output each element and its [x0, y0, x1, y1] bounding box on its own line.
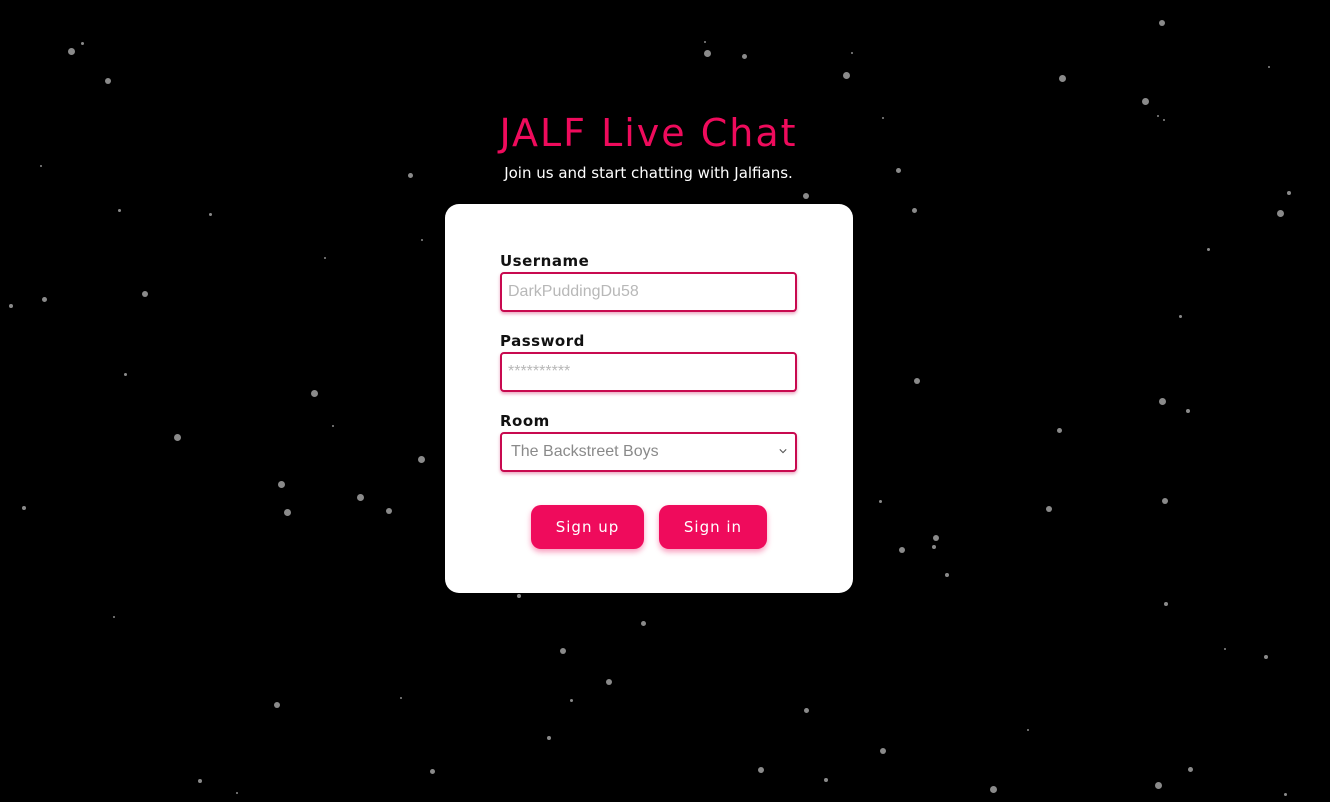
- star-decoration: [80, 41, 84, 45]
- star-decoration: [914, 378, 920, 384]
- room-select[interactable]: The Backstreet Boys: [500, 432, 797, 472]
- star-decoration: [1178, 314, 1182, 318]
- star-decoration: [274, 702, 280, 708]
- star-decoration: [1154, 781, 1162, 789]
- star-decoration: [703, 49, 711, 57]
- star-decoration: [803, 707, 809, 713]
- star-decoration: [803, 193, 809, 199]
- star-decoration: [899, 547, 905, 553]
- star-decoration: [1158, 397, 1166, 405]
- star-decoration: [1056, 427, 1062, 433]
- password-input[interactable]: [500, 352, 797, 392]
- star-decoration: [1287, 191, 1291, 195]
- star-decoration: [421, 239, 423, 241]
- star-decoration: [932, 545, 936, 549]
- star-decoration: [758, 767, 764, 773]
- star-decoration: [704, 41, 706, 43]
- star-decoration: [208, 212, 212, 216]
- star-decoration: [933, 535, 939, 541]
- star-decoration: [332, 425, 334, 427]
- star-decoration: [1046, 506, 1052, 512]
- room-label: Room: [500, 412, 550, 430]
- username-input[interactable]: [500, 272, 797, 312]
- star-decoration: [945, 573, 949, 577]
- star-decoration: [113, 616, 115, 618]
- star-decoration: [1268, 66, 1270, 68]
- star-decoration: [1058, 74, 1066, 82]
- star-decoration: [400, 697, 402, 699]
- star-decoration: [283, 508, 291, 516]
- login-card: Username Password Room The Backstreet Bo…: [445, 204, 853, 593]
- star-decoration: [911, 207, 917, 213]
- star-decoration: [547, 736, 551, 740]
- star-decoration: [1027, 729, 1029, 731]
- star-decoration: [41, 296, 47, 302]
- star-decoration: [741, 53, 747, 59]
- star-decoration: [417, 455, 425, 463]
- star-decoration: [9, 304, 13, 308]
- sign-up-button[interactable]: Sign up: [531, 505, 644, 549]
- star-decoration: [67, 47, 75, 55]
- star-decoration: [1141, 97, 1149, 105]
- star-decoration: [1162, 498, 1168, 504]
- star-decoration: [1164, 602, 1168, 606]
- star-decoration: [324, 257, 326, 259]
- star-decoration: [1206, 247, 1210, 251]
- star-decoration: [142, 291, 148, 297]
- star-decoration: [1159, 20, 1165, 26]
- star-decoration: [1187, 766, 1193, 772]
- star-decoration: [198, 779, 202, 783]
- star-decoration: [236, 792, 238, 794]
- password-label: Password: [500, 332, 585, 350]
- star-decoration: [569, 698, 573, 702]
- chevron-down-icon: [779, 449, 787, 454]
- star-decoration: [310, 389, 318, 397]
- star-decoration: [1283, 792, 1287, 796]
- star-decoration: [517, 594, 521, 598]
- star-decoration: [123, 372, 127, 376]
- star-decoration: [880, 748, 886, 754]
- star-decoration: [22, 506, 26, 510]
- star-decoration: [1264, 655, 1268, 659]
- username-label: Username: [500, 252, 590, 270]
- star-decoration: [356, 493, 364, 501]
- star-decoration: [117, 208, 121, 212]
- room-select-value: The Backstreet Boys: [511, 443, 659, 460]
- star-decoration: [1186, 409, 1190, 413]
- page-title: JALF Live Chat: [499, 111, 798, 155]
- star-decoration: [386, 508, 392, 514]
- star-decoration: [989, 785, 997, 793]
- star-decoration: [277, 480, 285, 488]
- star-decoration: [842, 71, 850, 79]
- star-decoration: [640, 620, 646, 626]
- star-decoration: [429, 768, 435, 774]
- star-decoration: [1276, 209, 1284, 217]
- star-decoration: [851, 52, 853, 54]
- star-decoration: [173, 433, 181, 441]
- page-subtitle: Join us and start chatting with Jalfians…: [504, 164, 793, 182]
- sign-in-button[interactable]: Sign in: [659, 505, 767, 549]
- star-decoration: [1224, 648, 1226, 650]
- star-decoration: [560, 648, 566, 654]
- star-decoration: [878, 499, 882, 503]
- star-decoration: [824, 778, 828, 782]
- star-decoration: [105, 78, 111, 84]
- star-decoration: [606, 679, 612, 685]
